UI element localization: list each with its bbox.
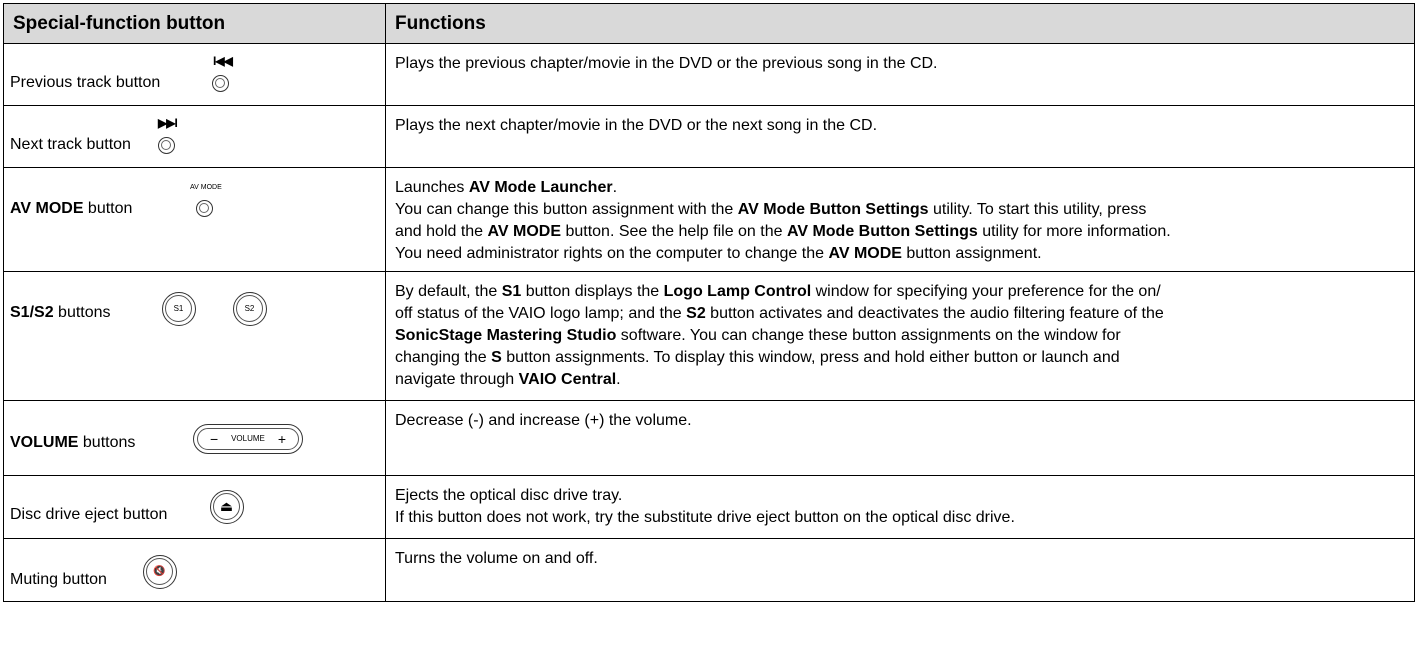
function-text: Plays the previous chapter/movie in the … [395,55,938,72]
function-line: changing the S button assignments. To di… [395,349,1120,366]
special-function-table: Special-function button Functions I◀◀ Pr… [3,3,1415,602]
function-line: SonicStage Mastering Studio software. Yo… [395,327,1121,344]
function-text: Turns the volume on and off. [395,550,598,567]
function-line: You can change this button assignment wi… [395,201,1147,218]
av-mode-icon: AV MODE [190,184,222,191]
function-text: Decrease (-) and increase (+) the volume… [395,412,692,429]
previous-track-icon: I◀◀ [213,54,233,68]
volume-text: VOLUME [231,434,265,443]
function-text: Launches AV Mode Launcher. You can change… [395,177,1414,265]
button-label: Next track button [10,136,131,153]
av-mode-button-icon [196,200,213,217]
table-row: AV MODE AV MODE button Launches AV Mode … [3,167,1415,272]
button-label: AV MODE button [10,200,133,217]
function-cell: By default, the S1 button displays the L… [385,271,1415,401]
next-track-icon: ▶▶I [158,116,178,130]
button-label: Previous track button [10,74,161,91]
button-cell: I◀◀ Previous track button [3,43,386,106]
function-cell: Plays the next chapter/movie in the DVD … [385,105,1415,168]
function-cell: Ejects the optical disc drive tray. If t… [385,475,1415,539]
function-text: If this button does not work, try the su… [395,509,1015,526]
next-track-button-icon [158,137,175,154]
function-line: Launches AV Mode Launcher. [395,179,618,196]
eject-button: ⏏ [210,490,244,524]
table-row: S1/S2 buttons S1 S2 By default, the S1 b… [3,271,1415,401]
s1-label: S1 [165,295,192,322]
button-cell: Disc drive eject button ⏏ [3,475,386,539]
table-row: Muting button 🔇 Turns the volume on and … [3,538,1415,602]
button-cell: VOLUME buttons − VOLUME + [3,400,386,476]
minus-icon: − [210,431,219,447]
header-functions: Functions [385,3,1415,44]
function-text: Plays the next chapter/movie in the DVD … [395,117,878,134]
s1-button-icon: S1 [162,292,196,326]
button-cell: S1/S2 buttons S1 S2 [3,271,386,401]
function-line: By default, the S1 button displays the L… [395,283,1161,300]
eject-icon: ⏏ [213,493,240,520]
s2-label: S2 [236,295,263,322]
button-cell: Muting button 🔇 [3,538,386,602]
mute-icon: 🔇 [146,558,173,585]
function-text: By default, the S1 button displays the L… [395,281,1414,391]
previous-track-button-icon [212,75,229,92]
function-cell: Turns the volume on and off. [385,538,1415,602]
button-cell: AV MODE AV MODE button [3,167,386,272]
volume-rocker: − VOLUME + [197,428,299,450]
header-label: Special-function button [13,13,226,34]
function-line: and hold the AV MODE button. See the hel… [395,223,1171,240]
button-label: S1/S2 buttons [10,304,111,321]
table-row: Disc drive eject button ⏏ Ejects the opt… [3,475,1415,539]
function-cell: Decrease (-) and increase (+) the volume… [385,400,1415,476]
header-label: Functions [395,13,486,34]
table-row: ▶▶I Next track button Plays the next cha… [3,105,1415,168]
plus-icon: + [277,431,286,447]
button-label: VOLUME buttons [10,434,136,451]
mute-button: 🔇 [143,555,177,589]
function-line: off status of the VAIO logo lamp; and th… [395,305,1164,322]
function-text: Ejects the optical disc drive tray. [395,487,623,504]
button-cell: ▶▶I Next track button [3,105,386,168]
function-cell: Plays the previous chapter/movie in the … [385,43,1415,106]
table-row: I◀◀ Previous track button Plays the prev… [3,43,1415,106]
function-cell: Launches AV Mode Launcher. You can change… [385,167,1415,272]
button-label: Disc drive eject button [10,506,168,523]
function-line: You need administrator rights on the com… [395,245,1042,262]
table-header-row: Special-function button Functions [3,3,1415,44]
button-label: Muting button [10,571,107,588]
header-special-function-button: Special-function button [3,3,386,44]
volume-button-icon: − VOLUME + [193,424,303,454]
table-row: VOLUME buttons − VOLUME + Decrease (-) a… [3,400,1415,476]
function-line: navigate through VAIO Central. [395,371,621,388]
s2-button-icon: S2 [233,292,267,326]
